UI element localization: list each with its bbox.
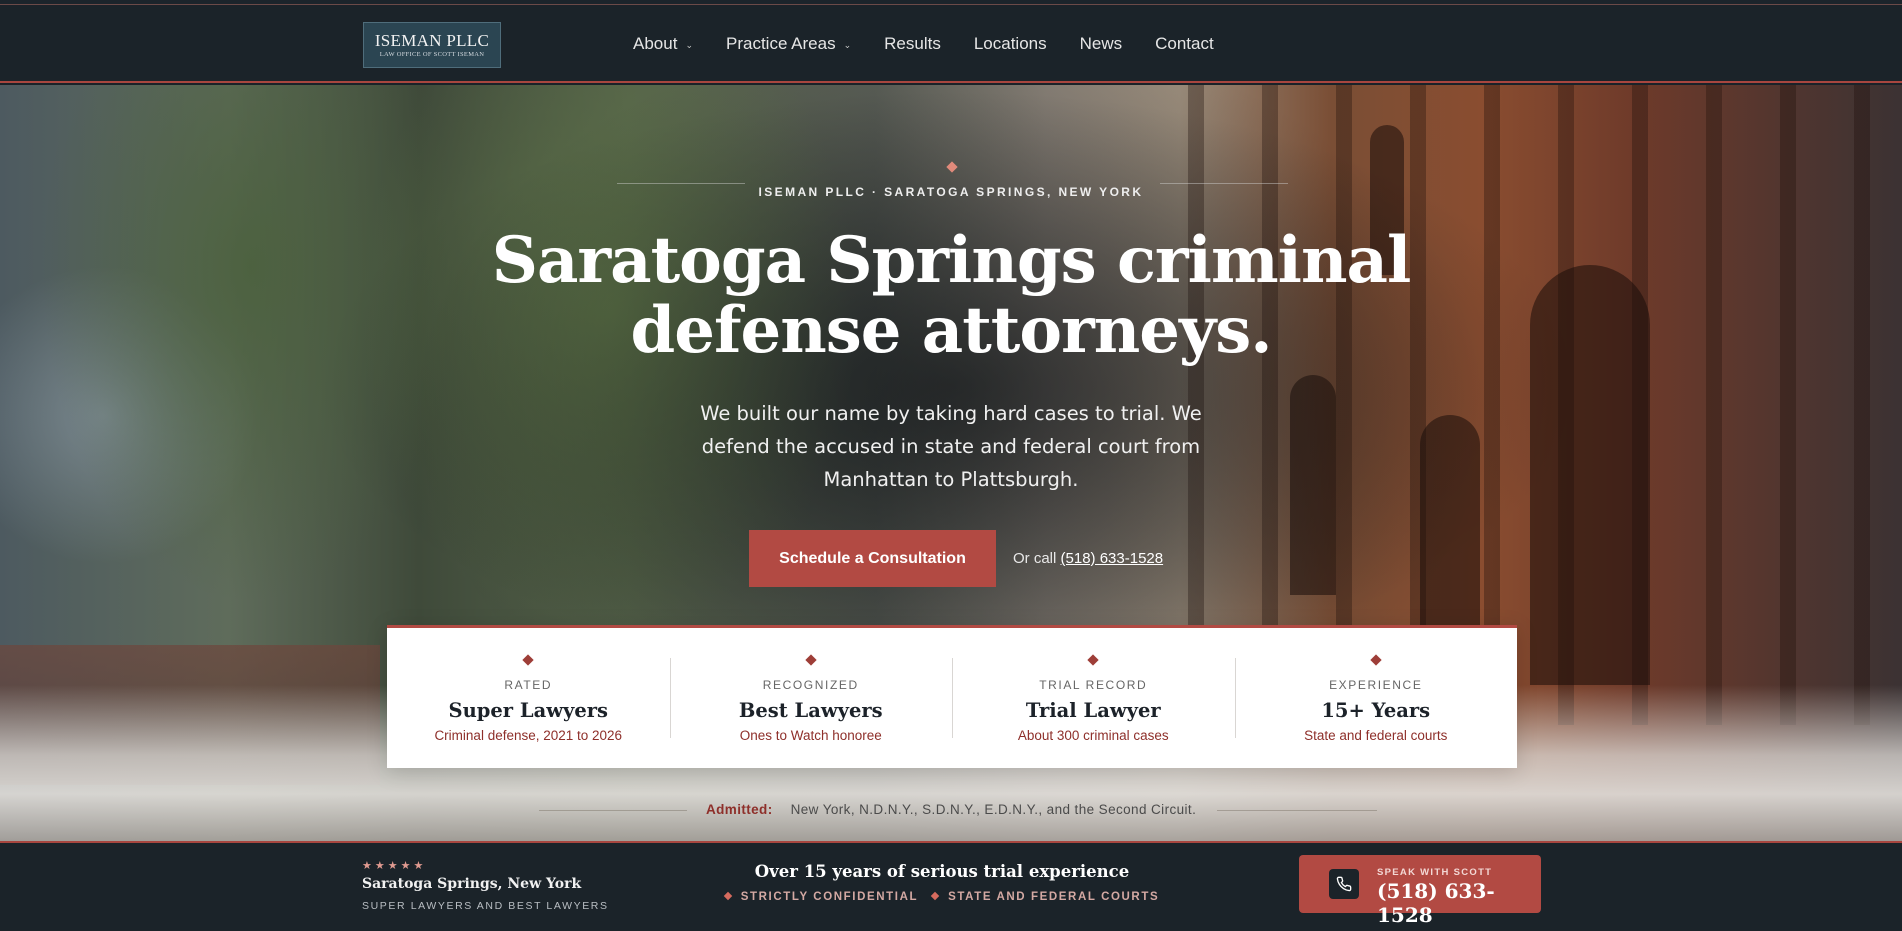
diamond-icon <box>1370 654 1382 666</box>
sticky-bottom-bar: ★★★★★ Saratoga Springs, New York SUPER L… <box>0 841 1902 931</box>
nav-label: Contact <box>1155 34 1214 53</box>
admitted-label: Admitted: <box>706 802 773 817</box>
admitted-courts: Admitted: New York, N.D.N.Y., S.D.N.Y., E… <box>706 802 1196 817</box>
nav-label: News <box>1079 34 1123 53</box>
diamond-icon <box>1087 654 1099 666</box>
chevron-down-icon: ⌄ <box>685 39 693 50</box>
credential-title: Super Lawyers <box>448 699 609 722</box>
bottom-headline: Over 15 years of serious trial experienc… <box>754 862 1130 881</box>
feature-courts: STATE AND FEDERAL COURTS <box>948 891 1160 903</box>
credential-best-lawyers: RECOGNIZED Best Lawyers Ones to Watch ho… <box>669 628 953 768</box>
nav-label: Practice Areas <box>725 34 836 53</box>
nav-label: Results <box>884 34 941 53</box>
nav-item-news[interactable]: News <box>1080 34 1123 54</box>
credential-subtitle: About 300 criminal cases <box>1017 728 1169 743</box>
logo-subtitle: LAW OFFICE OF SCOTT ISEMAN <box>379 51 485 58</box>
credential-subtitle: State and federal courts <box>1304 728 1448 743</box>
call-number: (518) 633-1528 <box>1377 879 1495 927</box>
nav-item-contact[interactable]: Contact <box>1155 34 1214 54</box>
credential-label: TRIAL RECORD <box>1039 678 1148 692</box>
credential-label: RATED <box>504 678 553 692</box>
credential-experience: EXPERIENCE 15+ Years State and federal c… <box>1234 628 1518 768</box>
call-kicker: SPEAK WITH SCOTT <box>1377 867 1493 878</box>
bottom-tagline: SUPER LAWYERS AND BEST LAWYERS <box>362 900 609 912</box>
nav-item-practice-areas[interactable]: Practice Areas ⌄ <box>726 34 851 54</box>
bottom-features: STRICTLY CONFIDENTIAL STATE AND FEDERAL C… <box>700 891 1184 903</box>
diamond-icon <box>930 891 940 901</box>
nav-label: About <box>633 34 678 53</box>
credential-subtitle: Ones to Watch honoree <box>739 728 882 743</box>
phone-icon <box>1329 869 1359 899</box>
hero-eyebrow: ISEMAN PLLC · SARATOGA SPRINGS, NEW YORK <box>758 185 1144 199</box>
credential-label: EXPERIENCE <box>1329 678 1423 692</box>
top-strip <box>0 0 1902 5</box>
credentials-card: RATED Super Lawyers Criminal defense, 20… <box>387 625 1517 768</box>
diamond-icon <box>522 654 534 666</box>
hero-section: ISEMAN PLLC · SARATOGA SPRINGS, NEW YORK… <box>0 85 1902 841</box>
credential-super-lawyers: RATED Super Lawyers Criminal defense, 20… <box>387 628 670 768</box>
divider <box>617 183 745 184</box>
schedule-consultation-button[interactable]: Schedule a Consultation <box>749 530 996 587</box>
logo[interactable]: ISEMAN PLLC LAW OFFICE OF SCOTT ISEMAN <box>363 22 501 68</box>
nav-item-locations[interactable]: Locations <box>974 34 1047 54</box>
nav-item-results[interactable]: Results <box>884 34 941 54</box>
nav-item-about[interactable]: About ⌄ <box>633 34 693 54</box>
hero-phone-link[interactable]: (518) 633-1528 <box>1061 550 1164 567</box>
diamond-icon <box>723 891 732 901</box>
credential-title: 15+ Years <box>1321 699 1431 722</box>
divider <box>539 810 687 811</box>
divider <box>1217 810 1377 811</box>
site-header: ISEMAN PLLC LAW OFFICE OF SCOTT ISEMAN A… <box>0 6 1902 83</box>
hero-headline: Saratoga Springs criminal defense attorn… <box>450 226 1452 366</box>
bottom-city: Saratoga Springs, New York <box>362 876 582 892</box>
admitted-text: New York, N.D.N.Y., S.D.N.Y., E.D.N.Y., … <box>790 802 1197 817</box>
or-call-label: Or call <box>1013 550 1057 567</box>
credential-title: Trial Lawyer <box>1025 699 1161 722</box>
credential-trial-lawyer: TRIAL RECORD Trial Lawyer About 300 crim… <box>952 628 1235 768</box>
diamond-icon <box>805 654 817 666</box>
or-call-text: Or call (518) 633-1528 <box>1013 550 1163 567</box>
headline-line-2: defense attorneys. <box>630 293 1272 368</box>
hero-subcopy: We built our name by taking hard cases t… <box>700 402 1202 491</box>
nav-label: Locations <box>973 34 1047 53</box>
credential-label: RECOGNIZED <box>762 678 859 692</box>
speak-with-scott-button[interactable]: SPEAK WITH SCOTT (518) 633-1528 <box>1299 855 1541 927</box>
rating-stars-icon: ★★★★★ <box>362 859 427 872</box>
credential-title: Best Lawyers <box>738 699 883 722</box>
divider <box>1160 183 1288 184</box>
credential-subtitle: Criminal defense, 2021 to 2026 <box>434 728 623 743</box>
feature-confidential: STRICTLY CONFIDENTIAL <box>740 891 919 903</box>
headline-line-1: Saratoga Springs criminal <box>491 223 1412 298</box>
main-nav: About ⌄ Practice Areas ⌄ Results Locatio… <box>633 34 1214 54</box>
logo-name: ISEMAN PLLC <box>374 31 490 50</box>
chevron-down-icon: ⌄ <box>843 39 852 50</box>
